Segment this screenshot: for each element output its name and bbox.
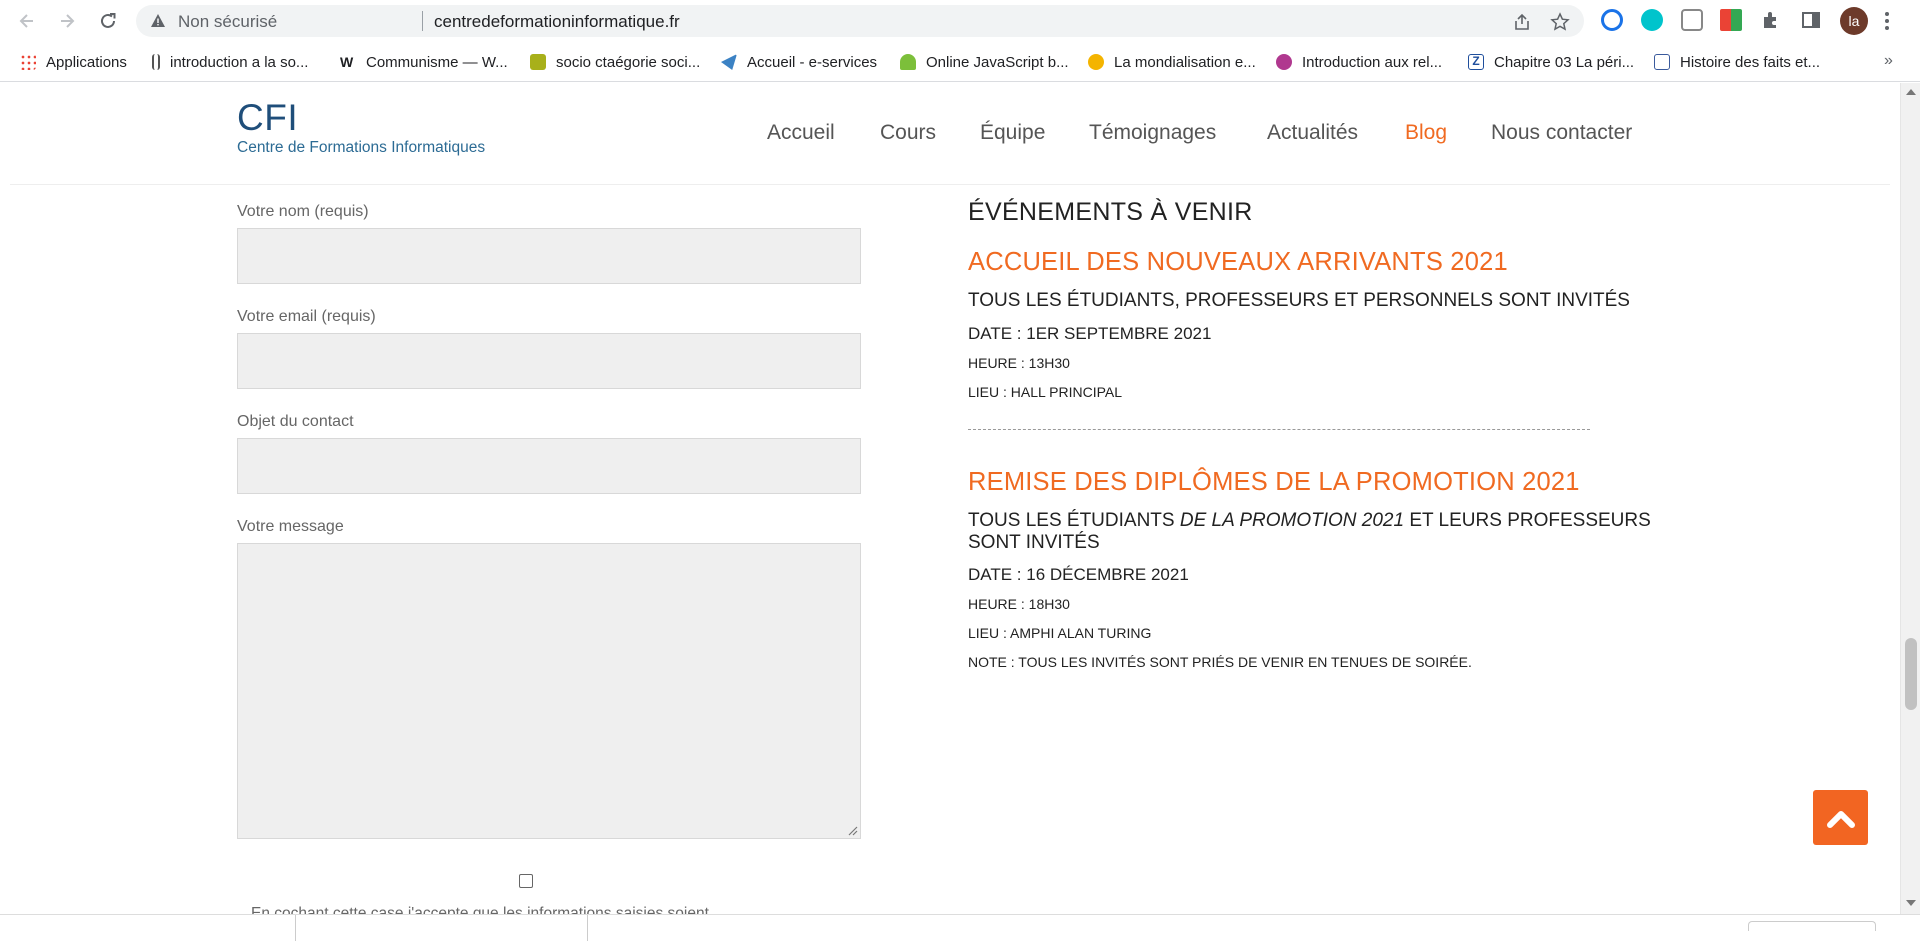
scroll-up-arrow-icon[interactable] <box>1906 89 1916 95</box>
email-label: Votre email (requis) <box>237 308 376 325</box>
event-place: LIEU : AMPHI ALAN TURING <box>968 625 1152 641</box>
back-icon[interactable] <box>14 8 40 34</box>
event-subtitle-start: TOUS LES ÉTUDIANTS <box>968 510 1180 531</box>
bookmark-item[interactable]: introduction a la so... <box>152 50 308 74</box>
bookmark-favicon-icon <box>1088 54 1104 70</box>
bookmark-item[interactable]: Histoire des faits et... <box>1654 50 1820 74</box>
menu-dots-icon[interactable] <box>1884 10 1890 32</box>
nav-temoignages[interactable]: Témoignages <box>1089 121 1216 145</box>
event-divider <box>968 429 1590 430</box>
download-bar-item[interactable] <box>1748 921 1876 931</box>
event-subtitle: TOUS LES ÉTUDIANTS, PROFESSEURS ET PERSO… <box>968 290 1630 311</box>
reload-icon[interactable] <box>95 8 121 34</box>
message-field[interactable] <box>237 543 861 839</box>
web-page: CFI Centre de Formations Informatiques A… <box>0 83 1900 914</box>
bookmark-label: Communisme — W... <box>366 53 508 71</box>
bookmark-item[interactable]: La mondialisation e... <box>1088 50 1256 74</box>
bookmark-star-icon[interactable] <box>1550 12 1570 32</box>
share-icon[interactable] <box>1512 12 1532 32</box>
bookmark-favicon-icon <box>530 54 546 70</box>
extensions-puzzle-icon[interactable] <box>1760 9 1782 31</box>
nav-accueil[interactable]: Accueil <box>767 121 835 145</box>
forward-icon[interactable] <box>54 8 80 34</box>
bookmark-label: Chapitre 03 La péri... <box>1494 53 1635 71</box>
plant-icon <box>900 54 916 70</box>
event-time: HEURE : 13H30 <box>968 355 1070 371</box>
subject-field[interactable] <box>237 438 861 494</box>
bookmark-item[interactable]: socio ctaégorie soci... <box>530 50 700 74</box>
profile-avatar[interactable]: la <box>1840 7 1868 35</box>
bookmark-item[interactable]: Accueil - e-services <box>721 50 877 74</box>
book-icon <box>1654 54 1670 70</box>
name-label: Votre nom (requis) <box>237 203 369 220</box>
chevron-up-icon <box>1826 810 1855 828</box>
address-bar[interactable]: Non sécurisé centredeformationinformatiq… <box>136 5 1584 37</box>
message-label: Votre message <box>237 518 344 535</box>
event-title: REMISE DES DIPLÔMES DE LA PROMOTION 2021 <box>968 468 1580 496</box>
bookmark-label: Introduction aux rel... <box>1302 53 1443 71</box>
scroll-down-arrow-icon[interactable] <box>1906 900 1916 906</box>
email-field[interactable] <box>237 333 861 389</box>
scrollbar-thumb[interactable] <box>1905 638 1917 710</box>
bookmark-item[interactable]: W Communisme — W... <box>340 50 508 74</box>
canva-extension-icon[interactable] <box>1641 9 1663 31</box>
event-date: DATE : 1ER SEPTEMBRE 2021 <box>968 324 1212 343</box>
divider <box>295 915 296 941</box>
bookmark-label: Histoire des faits et... <box>1680 53 1821 71</box>
nav-blog[interactable]: Blog <box>1405 121 1447 145</box>
event-date: DATE : 16 DÉCEMBRE 2021 <box>968 565 1189 584</box>
bookmark-label: La mondialisation e... <box>1114 53 1256 71</box>
bottom-bar <box>0 914 1920 941</box>
event-subtitle-emphasis: DE LA PROMOTION 2021 <box>1179 510 1405 531</box>
scroll-to-top-button[interactable] <box>1813 790 1868 845</box>
vertical-scrollbar[interactable] <box>1900 83 1920 914</box>
bookmark-item[interactable]: Z Chapitre 03 La péri... <box>1468 50 1634 74</box>
bookmark-label: Applications <box>46 53 127 71</box>
wikipedia-icon: W <box>340 54 354 70</box>
bookmark-item[interactable]: Introduction aux rel... <box>1276 50 1442 74</box>
bookmarks-overflow-button[interactable]: » <box>1884 52 1893 70</box>
bookmark-label: socio ctaégorie soci... <box>556 53 701 71</box>
event-place: LIEU : HALL PRINCIPAL <box>968 384 1123 400</box>
paper-plane-icon <box>721 54 737 70</box>
bookmark-item[interactable]: Online JavaScript b... <box>900 50 1069 74</box>
nav-actualites[interactable]: Actualités <box>1267 121 1358 145</box>
divider <box>587 915 588 941</box>
bookmarks-bar: Applications introduction a la so... W C… <box>0 42 1920 82</box>
browser-toolbar: Non sécurisé centredeformationinformatiq… <box>0 0 1920 42</box>
consent-text: En cochant cette case j'accepte que les … <box>251 905 709 914</box>
events-heading: ÉVÉNEMENTS À VENIR <box>968 198 1253 226</box>
event-subtitle: TOUS LES ÉTUDIANTS DE LA PROMOTION 2021 … <box>968 510 1668 554</box>
side-panel-icon[interactable] <box>1800 9 1822 31</box>
bookmark-label: Online JavaScript b... <box>926 53 1069 71</box>
security-label[interactable]: Non sécurisé <box>178 12 277 32</box>
google-extension-icon[interactable] <box>1601 9 1623 31</box>
warning-icon <box>151 14 165 27</box>
zotero-icon: Z <box>1468 54 1484 70</box>
address-separator <box>422 11 423 31</box>
url-text[interactable]: centredeformationinformatique.fr <box>434 12 680 32</box>
office-extension-icon[interactable] <box>1681 9 1703 31</box>
color-extension-icon[interactable] <box>1720 9 1742 31</box>
nav-nous-contacter[interactable]: Nous contacter <box>1491 121 1632 145</box>
bookmark-label: introduction a la so... <box>170 53 309 71</box>
nav-equipe[interactable]: Équipe <box>980 121 1045 145</box>
bookmark-applications[interactable]: Applications <box>20 50 127 74</box>
bookmark-label: Accueil - e-services <box>747 53 878 71</box>
event-title: ACCUEIL DES NOUVEAUX ARRIVANTS 2021 <box>968 248 1508 276</box>
event-time: HEURE : 18H30 <box>968 596 1070 612</box>
bookmark-favicon-icon <box>1276 54 1292 70</box>
site-tagline: Centre de Formations Informatiques <box>237 139 486 156</box>
nav-cours[interactable]: Cours <box>880 121 936 145</box>
name-field[interactable] <box>237 228 861 284</box>
event-note: NOTE : TOUS LES INVITÉS SONT PRIÉS DE VE… <box>968 654 1472 670</box>
bookmark-favicon-icon <box>152 54 160 70</box>
apps-grid-icon <box>20 54 36 70</box>
consent-checkbox[interactable] <box>519 874 533 888</box>
site-logo[interactable]: CFI <box>237 97 298 139</box>
resize-handle-icon[interactable] <box>848 826 858 836</box>
subject-label: Objet du contact <box>237 413 354 430</box>
site-header: CFI Centre de Formations Informatiques A… <box>10 83 1890 185</box>
